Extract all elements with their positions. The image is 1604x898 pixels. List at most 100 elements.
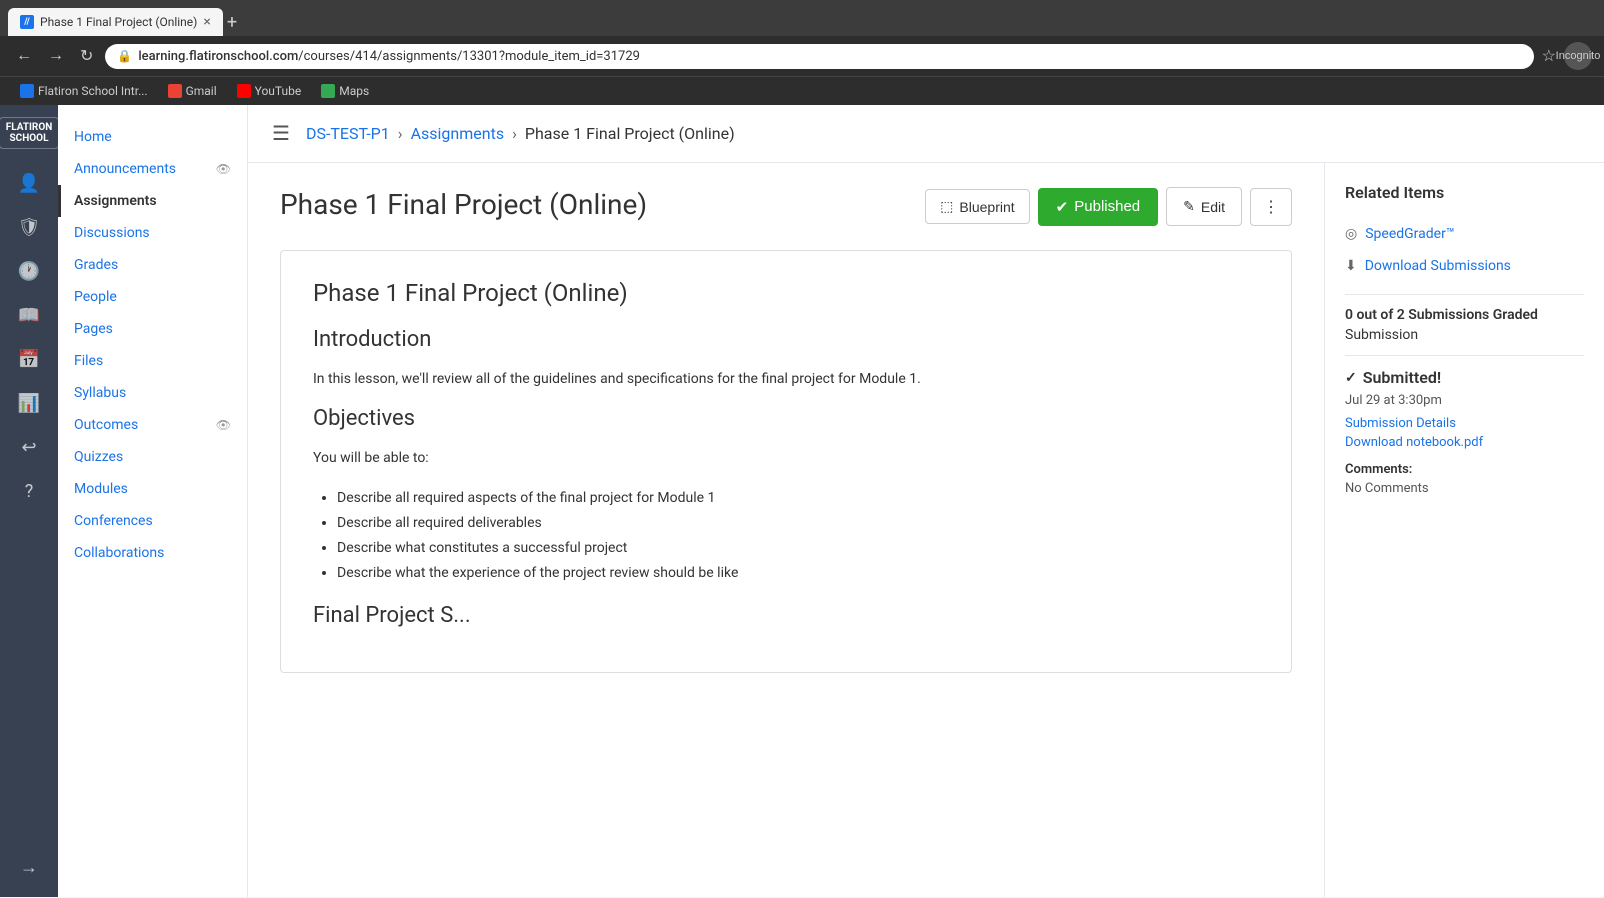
breadcrumb: ☰ DS-TEST-P1 › Assignments › Phase 1 Fin… [248,105,1604,163]
account-button[interactable]: Incognito [1564,42,1592,70]
content-objectives-list: Describe all required aspects of the fin… [313,486,1259,587]
bookmark-flatiron-label: Flatiron School Intr... [38,84,148,98]
back-button[interactable]: ← [12,43,36,69]
blueprint-label: Blueprint [959,199,1014,215]
list-item: Describe what constitutes a successful p… [337,536,1259,561]
submitted-label: Submitted! [1363,368,1441,387]
rail-icon-shield[interactable]: 🛡 [11,209,47,245]
breadcrumb-course[interactable]: DS-TEST-P1 [306,124,390,143]
list-item: Describe what the experience of the proj… [337,561,1259,586]
bookmark-star-button[interactable]: ☆ [1542,46,1556,66]
url-domain: learning.flatironschool.com [138,49,298,64]
speedgrader-link[interactable]: ◎ SpeedGrader™ [1345,218,1584,250]
more-options-button[interactable]: ⋮ [1250,188,1292,226]
download-notebook-link[interactable]: Download notebook.pdf [1345,435,1584,450]
breadcrumb-section[interactable]: Assignments [411,124,505,143]
bookmarks-bar: Flatiron School Intr... Gmail YouTube Ma… [0,76,1604,105]
tab-favicon: // [20,15,34,29]
submission-details-link[interactable]: Submission Details [1345,416,1584,431]
bookmark-maps[interactable]: Maps [313,81,377,101]
maps-favicon [321,84,335,98]
speedgrader-label: SpeedGrader™ [1365,226,1454,242]
sidebar-item-announcements[interactable]: Announcements 👁 [58,153,247,185]
sidebar-item-conferences[interactable]: Conferences [58,505,247,537]
tab-bar: // Phase 1 Final Project (Online) × + [0,0,1604,36]
divider-1 [1345,294,1584,295]
list-item: Describe all required deliverables [337,511,1259,536]
url-path: /courses/414/assignments/13301?module_it… [298,49,640,64]
no-comments-text: No Comments [1345,481,1584,496]
download-submissions-icon: ⬇ [1345,258,1357,274]
forward-button[interactable]: → [44,43,68,69]
course-sidebar: Home Announcements 👁 Assignments Discuss… [58,105,248,897]
sidebar-item-assignments[interactable]: Assignments [58,185,247,217]
sidebar-item-modules[interactable]: Modules [58,473,247,505]
assignment-content-card: Phase 1 Final Project (Online) Introduct… [280,250,1292,673]
checkmark-icon: ✔ [1056,198,1069,216]
url-text: learning.flatironschool.com/courses/414/… [138,49,640,64]
sidebar-item-outcomes[interactable]: Outcomes 👁 [58,409,247,441]
sidebar-item-files[interactable]: Files [58,345,247,377]
bookmark-youtube[interactable]: YouTube [229,81,310,101]
address-bar[interactable]: 🔒 learning.flatironschool.com/courses/41… [105,44,1533,69]
sidebar-item-collaborations[interactable]: Collaborations [58,537,247,569]
announcements-visibility-icon: 👁 [216,162,231,176]
published-button[interactable]: ✔ Published [1038,188,1158,226]
download-submissions-label: Download Submissions [1365,258,1511,274]
bookmark-gmail[interactable]: Gmail [160,81,225,101]
assignment-title: Phase 1 Final Project (Online) [280,187,647,223]
tab-close-button[interactable]: × [203,14,210,30]
content-intro-heading: Introduction [313,327,1259,352]
submission-label: Submission [1345,327,1584,343]
edit-button[interactable]: ✎ Edit [1166,187,1242,226]
content-intro-text: In this lesson, we'll review all of the … [313,368,1259,390]
blueprint-button[interactable]: ⬚ Blueprint [925,189,1030,224]
submitted-check-icon: ✓ [1345,370,1357,386]
blueprint-icon: ⬚ [940,198,953,215]
divider-2 [1345,355,1584,356]
outcomes-visibility-icon: 👁 [216,418,231,432]
sidebar-item-quizzes[interactable]: Quizzes [58,441,247,473]
breadcrumb-sep-2: › [512,124,517,143]
bookmark-flatiron[interactable]: Flatiron School Intr... [12,81,156,101]
browser-toolbar: ← → ↻ 🔒 learning.flatironschool.com/cour… [0,36,1604,76]
announcements-label: Announcements [74,161,176,177]
browser-chrome: // Phase 1 Final Project (Online) × + ← … [0,0,1604,105]
rail-icon-expand[interactable]: → [11,849,47,885]
sidebar-item-people[interactable]: People [58,281,247,313]
left-rail: FLATIRON SCHOOL 👤 🛡 🕐 📖 📅 📊 ↩ ? → [0,105,58,897]
youtube-favicon [237,84,251,98]
active-tab[interactable]: // Phase 1 Final Project (Online) × [8,8,223,36]
breadcrumb-sep-1: › [398,124,403,143]
right-sidebar: Related Items ◎ SpeedGrader™ ⬇ Download … [1324,163,1604,897]
sidebar-item-discussions[interactable]: Discussions [58,217,247,249]
bookmark-maps-label: Maps [339,84,369,98]
sidebar-item-pages[interactable]: Pages [58,313,247,345]
rail-icon-refresh[interactable]: ↩ [11,429,47,465]
rail-icon-book[interactable]: 📖 [11,297,47,333]
content-area: Phase 1 Final Project (Online) ⬚ Bluepri… [248,163,1604,897]
submissions-graded-text: 0 out of 2 Submissions Graded [1345,307,1584,323]
assignment-header: Phase 1 Final Project (Online) ⬚ Bluepri… [280,187,1292,226]
download-submissions-link[interactable]: ⬇ Download Submissions [1345,250,1584,282]
rail-icon-user[interactable]: 👤 [11,165,47,201]
rail-icon-calendar[interactable]: 📅 [11,341,47,377]
refresh-button[interactable]: ↻ [76,42,97,70]
new-tab-button[interactable]: + [227,12,237,33]
bookmark-gmail-label: Gmail [186,84,217,98]
content-objectives-heading: Objectives [313,406,1259,431]
related-items-title: Related Items [1345,183,1584,202]
sidebar-item-home[interactable]: Home [58,121,247,153]
tab-title: Phase 1 Final Project (Online) [40,15,197,29]
sidebar-item-syllabus[interactable]: Syllabus [58,377,247,409]
menu-toggle-button[interactable]: ☰ [272,121,290,146]
content-objectives-sub: You will be able to: [313,447,1259,469]
rail-icon-help[interactable]: ? [11,473,47,509]
sidebar-item-grades[interactable]: Grades [58,249,247,281]
rail-icon-chart[interactable]: 📊 [11,385,47,421]
lock-icon: 🔒 [117,49,132,63]
content-main-heading: Phase 1 Final Project (Online) [313,279,1259,307]
app-container: FLATIRON SCHOOL 👤 🛡 🕐 📖 📅 📊 ↩ ? → Home A… [0,105,1604,897]
bookmark-youtube-label: YouTube [255,84,302,98]
rail-icon-clock[interactable]: 🕐 [11,253,47,289]
